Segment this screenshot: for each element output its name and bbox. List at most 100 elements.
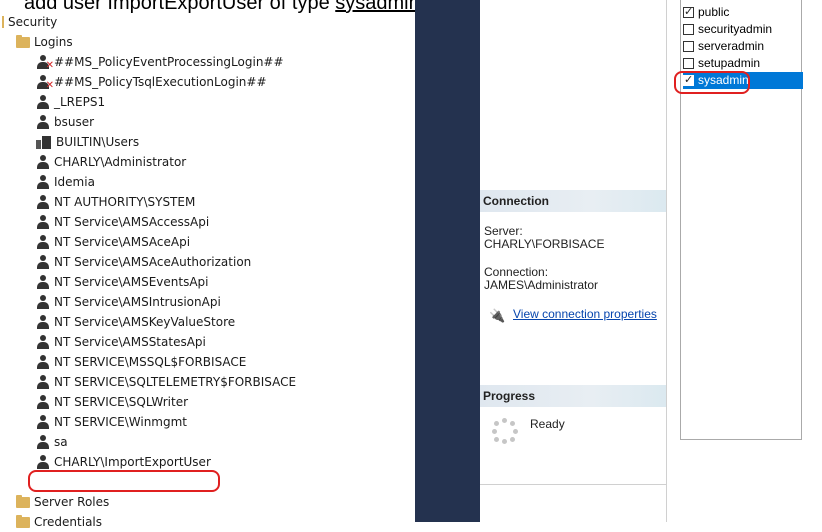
login-item[interactable]: NT Service\AMSAceAuthorization — [36, 252, 251, 272]
login-item[interactable]: ✕ ##MS_PolicyTsqlExecutionLogin## — [36, 72, 267, 92]
login-item[interactable]: NT Service\AMSAccessApi — [36, 212, 209, 232]
folder-icon — [16, 494, 30, 508]
user-icon — [36, 295, 50, 309]
tree-node-server-roles[interactable]: Server Roles — [16, 492, 109, 512]
role-item-serveradmin[interactable]: serveradmin — [683, 38, 803, 55]
user-icon — [36, 95, 50, 109]
login-name: bsuser — [54, 115, 95, 129]
user-icon — [36, 215, 50, 229]
login-name: CHARLY\Administrator — [54, 155, 187, 169]
user-icon — [36, 155, 50, 169]
role-checkbox[interactable] — [683, 41, 694, 52]
login-item[interactable]: CHARLY\ImportExportUser — [36, 452, 211, 472]
user-icon — [36, 195, 50, 209]
login-item[interactable]: NT AUTHORITY\SYSTEM — [36, 192, 195, 212]
login-name: NT SERVICE\Winmgmt — [54, 415, 187, 429]
login-item[interactable]: Idemia — [36, 172, 95, 192]
connection-plug-icon: 🔌 — [489, 308, 506, 323]
view-connection-properties-link[interactable]: View connection properties — [513, 307, 657, 321]
user-icon — [36, 115, 50, 129]
login-item[interactable]: ✕ ##MS_PolicyEventProcessingLogin## — [36, 52, 284, 72]
credentials-label: Credentials — [34, 515, 103, 529]
tree-node-logins[interactable]: Logins — [16, 32, 73, 52]
login-name: NT Service\AMSStatesApi — [54, 335, 206, 349]
disabled-user-icon: ✕ — [36, 55, 54, 71]
tree-node-credentials[interactable]: Credentials — [16, 512, 102, 532]
dialog-sidebar-divider — [415, 0, 480, 522]
sysadmin-highlight — [674, 71, 750, 94]
server-roles-label: Server Roles — [34, 495, 110, 509]
user-icon — [36, 275, 50, 289]
login-item[interactable]: NT Service\AMSStatesApi — [36, 332, 206, 352]
login-name: NT AUTHORITY\SYSTEM — [54, 195, 196, 209]
login-name: ##MS_PolicyTsqlExecutionLogin## — [54, 75, 267, 89]
login-name: sa — [54, 435, 68, 449]
role-label: securityadmin — [698, 22, 773, 36]
folder-icon — [16, 514, 30, 528]
user-icon — [36, 415, 50, 429]
logins-label: Logins — [34, 35, 73, 49]
login-item[interactable]: NT Service\AMSEventsApi — [36, 272, 208, 292]
login-item[interactable]: _LREPS1 — [36, 92, 105, 112]
importexportuser-highlight — [28, 470, 220, 492]
user-icon — [36, 455, 50, 469]
login-name: NT Service\AMSKeyValueStore — [54, 315, 236, 329]
role-checkbox[interactable] — [683, 4, 694, 21]
server-value: CHARLY\FORBISACE — [484, 237, 605, 251]
login-item[interactable]: bsuser — [36, 112, 94, 132]
login-name: NT Service\AMSAceAuthorization — [54, 255, 252, 269]
role-item-public[interactable]: public — [683, 4, 803, 21]
login-item[interactable]: NT SERVICE\Winmgmt — [36, 412, 187, 432]
progress-header: Progress — [480, 385, 666, 407]
group-icon — [36, 135, 52, 149]
role-label: serveradmin — [698, 39, 765, 53]
user-icon — [36, 375, 50, 389]
login-name: NT Service\AMSAccessApi — [54, 215, 210, 229]
login-name: NT SERVICE\SQLTELEMETRY$FORBISACE — [54, 375, 297, 389]
login-name: NT Service\AMSIntrusionApi — [54, 295, 221, 309]
login-item[interactable]: CHARLY\Administrator — [36, 152, 186, 172]
user-icon — [36, 435, 50, 449]
login-name: BUILTIN\Users — [56, 135, 140, 149]
user-icon — [36, 255, 50, 269]
login-name: Idemia — [54, 175, 95, 189]
server-roles-checklist: public securityadmin serveradmin setupadmin… — [680, 0, 803, 440]
user-icon — [36, 395, 50, 409]
role-item-setupadmin[interactable]: setupadmin — [683, 55, 803, 72]
role-label: public — [698, 5, 730, 19]
login-name: _LREPS1 — [54, 95, 106, 109]
login-item[interactable]: NT SERVICE\SQLWriter — [36, 392, 188, 412]
object-explorer-tree: Security Logins ✕ ##MS_PolicyEventProcess… — [0, 0, 415, 529]
login-name: NT Service\AMSEventsApi — [54, 275, 209, 289]
user-icon — [36, 335, 50, 349]
login-name: ##MS_PolicyEventProcessingLogin## — [54, 55, 284, 69]
security-folder-icon — [2, 16, 4, 28]
folder-icon — [16, 34, 30, 48]
login-name: CHARLY\ImportExportUser — [54, 455, 211, 469]
role-label: setupadmin — [698, 56, 761, 70]
pane-bottom-border — [480, 484, 666, 485]
login-name: NT SERVICE\SQLWriter — [54, 395, 189, 409]
progress-spinner-icon — [492, 418, 518, 444]
login-item[interactable]: sa — [36, 432, 68, 452]
user-icon — [36, 235, 50, 249]
login-name: NT SERVICE\MSSQL$FORBISACE — [54, 355, 247, 369]
login-item[interactable]: NT Service\AMSIntrusionApi — [36, 292, 221, 312]
security-label: Security — [8, 15, 58, 29]
tree-node-security[interactable]: Security — [2, 12, 57, 32]
role-checkbox[interactable] — [683, 24, 694, 35]
role-item-securityadmin[interactable]: securityadmin — [683, 21, 803, 38]
user-icon — [36, 355, 50, 369]
login-name: NT Service\AMSAceApi — [54, 235, 191, 249]
user-icon — [36, 315, 50, 329]
login-item[interactable]: NT Service\AMSAceApi — [36, 232, 190, 252]
login-item[interactable]: NT SERVICE\MSSQL$FORBISACE — [36, 352, 246, 372]
login-item[interactable]: NT SERVICE\SQLTELEMETRY$FORBISACE — [36, 372, 296, 392]
login-item[interactable]: NT Service\AMSKeyValueStore — [36, 312, 235, 332]
disabled-user-icon: ✕ — [36, 75, 54, 91]
connection-value: JAMES\Administrator — [484, 278, 599, 292]
connection-header: Connection — [480, 190, 666, 212]
login-item[interactable]: BUILTIN\Users — [36, 132, 139, 152]
role-checkbox[interactable] — [683, 58, 694, 69]
pane-splitter — [666, 0, 667, 522]
